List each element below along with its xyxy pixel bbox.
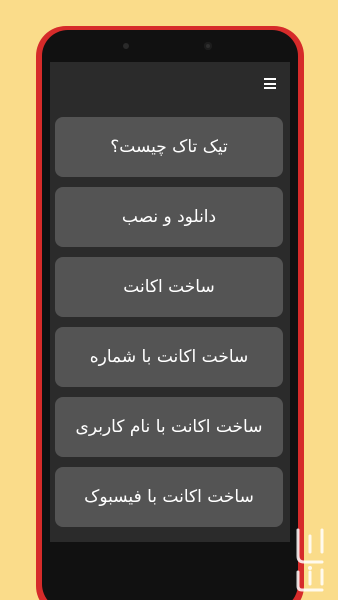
menu-button-create-account-facebook[interactable]: ساخت اکانت با فیسبوک bbox=[55, 467, 283, 527]
menu-button-label: ساخت اکانت با نام کاربری bbox=[75, 417, 263, 437]
bazaar-logo-watermark bbox=[296, 528, 324, 592]
app-bar bbox=[50, 62, 290, 106]
menu-button-download-install[interactable]: دانلود و نصب bbox=[55, 187, 283, 247]
menu-button-label: ساخت اکانت bbox=[123, 277, 215, 297]
speaker-icon bbox=[123, 43, 129, 49]
menu-button-create-account-phone[interactable]: ساخت اکانت با شماره bbox=[55, 327, 283, 387]
menu-button-label: تیک تاک چیست؟ bbox=[110, 137, 228, 157]
menu-button-label: ساخت اکانت با فیسبوک bbox=[84, 487, 254, 507]
menu-button-what-is-tiktok[interactable]: تیک تاک چیست؟ bbox=[55, 117, 283, 177]
menu-button-label: ساخت اکانت با شماره bbox=[89, 347, 249, 367]
camera-icon bbox=[204, 42, 212, 50]
app-screen: تیک تاک چیست؟ دانلود و نصب ساخت اکانت سا… bbox=[50, 62, 290, 542]
hamburger-menu-icon[interactable] bbox=[264, 78, 276, 89]
menu-button-label: دانلود و نصب bbox=[121, 207, 217, 227]
menu-button-create-account-username[interactable]: ساخت اکانت با نام کاربری bbox=[55, 397, 283, 457]
menu-button-create-account[interactable]: ساخت اکانت bbox=[55, 257, 283, 317]
